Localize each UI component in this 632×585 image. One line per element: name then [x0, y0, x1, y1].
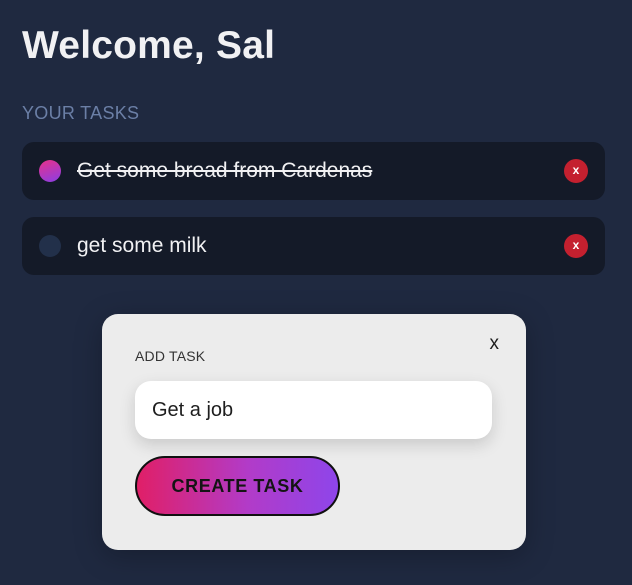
- task-complete-toggle[interactable]: [39, 235, 61, 257]
- app-page: Welcome, Sal YOUR TASKS Get some bread f…: [0, 0, 632, 585]
- task-item: Get some bread from Cardenas x: [22, 142, 605, 200]
- create-task-button[interactable]: CREATE TASK: [135, 456, 340, 516]
- task-text: Get some bread from Cardenas: [77, 159, 373, 182]
- add-task-modal: x ADD TASK CREATE TASK: [102, 314, 526, 550]
- welcome-heading: Welcome, Sal: [22, 24, 276, 67]
- delete-task-button[interactable]: x: [564, 159, 588, 183]
- add-task-label: ADD TASK: [135, 348, 206, 364]
- task-complete-toggle[interactable]: [39, 160, 61, 182]
- delete-task-button[interactable]: x: [564, 234, 588, 258]
- task-item: get some milk x: [22, 217, 605, 275]
- close-modal-button[interactable]: x: [490, 333, 500, 355]
- tasks-section-label: YOUR TASKS: [22, 103, 140, 123]
- task-text: get some milk: [77, 234, 207, 257]
- task-input[interactable]: [135, 381, 492, 439]
